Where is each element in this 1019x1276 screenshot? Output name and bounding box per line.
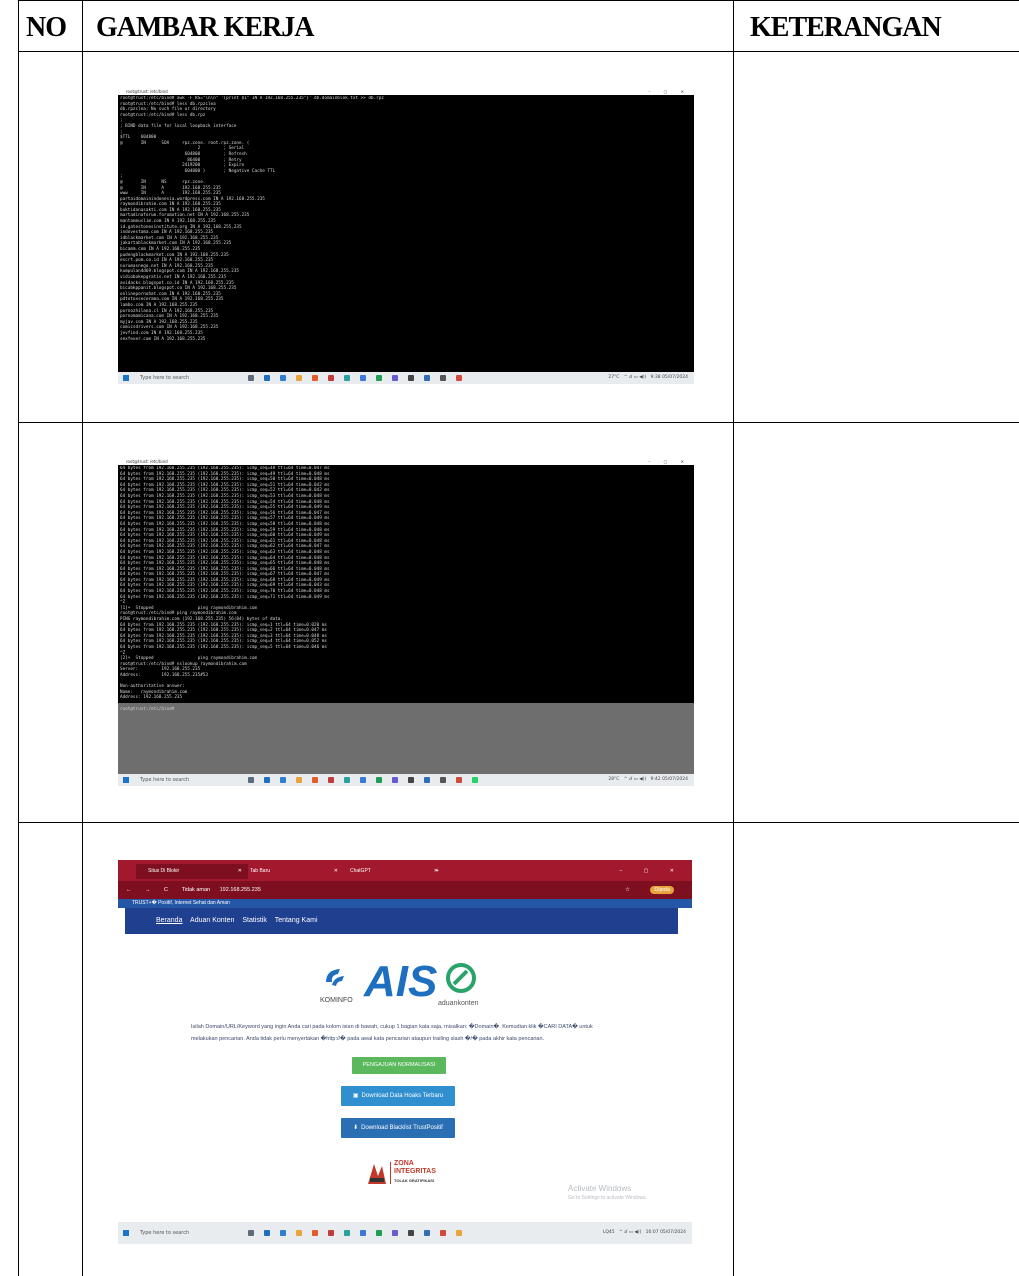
nav-statistik[interactable]: Statistik	[242, 917, 267, 924]
clock-date: 05/07/2024	[662, 777, 688, 782]
download-blacklist-button[interactable]: ⬇ Download Blacklist TrustPositif	[341, 1118, 455, 1138]
aduankonten-logo-icon	[446, 963, 476, 993]
nav-tentang-kami[interactable]: Tentang Kami	[275, 917, 318, 924]
tab-label: Tab Baru	[250, 868, 271, 874]
download-icon: ▣	[352, 1093, 359, 1099]
download-hoaks-button[interactable]: ▣ Download Data Hoaks Terbaru	[341, 1086, 455, 1106]
button-label: Download Data Hoaks Terbaru	[361, 1093, 444, 1099]
nav-beranda[interactable]: Beranda	[156, 917, 182, 924]
taskbar-search[interactable]: Type here to search	[140, 1229, 220, 1237]
url-text[interactable]: 192.168.255.235	[220, 887, 261, 893]
terminal-titlebar: root@trust: /etc/bind – ▢ ✕	[118, 458, 694, 465]
system-tray: 28°C ^ ⅆ ▭ ◀)) 9:42 05/07/2024	[608, 777, 688, 782]
zona-integritas-emblem-icon	[368, 1164, 386, 1184]
row-2-border	[18, 822, 1019, 823]
star-icon[interactable]: ☆	[625, 881, 630, 899]
taskbar: Type here to search 27°C ^ ⅆ ▭ ◀)) 9:38 …	[118, 372, 694, 384]
tolak-gratifikasi-text: TOLAK GRATIFIKASI	[394, 1178, 435, 1183]
profile-badge[interactable]: Dijeda	[650, 886, 674, 894]
header-no: NO	[26, 12, 67, 43]
ais-text: AIS	[364, 957, 438, 1006]
tab-label: ChatGPT	[350, 868, 371, 874]
site-nav: Beranda Aduan Konten Statistik Tentang K…	[125, 908, 678, 934]
terminal-title: root@trust: /etc/bind	[126, 89, 168, 94]
watermark-line-1: Activate Windows	[568, 1184, 632, 1193]
weather-text: 28°C	[608, 777, 620, 782]
weather-text: LQ45	[602, 1230, 615, 1235]
terminal-line: sexfever.com IN A 192.168.255.235	[120, 336, 206, 342]
aduankonten-text: aduankonten	[438, 1000, 479, 1007]
tab-chatgpt[interactable]: ChatGPT ✕	[338, 864, 440, 879]
clock-date: 05/07/2024	[662, 375, 688, 380]
taskbar-search[interactable]: Type here to search	[140, 776, 220, 784]
integritas-text: INTEGRITAS	[394, 1168, 436, 1175]
insecure-warning: Tidak aman	[181, 887, 211, 893]
logo-divider	[390, 1162, 391, 1184]
col-keterangan-divider	[733, 0, 734, 1276]
site-top-text: TRUST+� Positif, Internet Sehat dan Aman	[132, 900, 230, 906]
search-instructions: Isilah Domain/URL/Keyword yang ingin And…	[191, 1024, 593, 1042]
tab-tab-baru[interactable]: Tab Baru ✕	[238, 864, 340, 879]
browser-screenshot: Situs Di Blokir ✕ Tab Baru ✕ ChatGPT ✕ + – …	[118, 860, 692, 1244]
col-no-divider	[82, 0, 83, 1276]
zona-integritas-logo: ZONA INTEGRITAS TOLAK GRATIFIKASI	[366, 1160, 446, 1188]
tab-label: Situs Di Blokir	[148, 868, 180, 874]
terminal-screenshot-2: root@trust: /etc/bind – ▢ ✕ 64 bytes fro…	[118, 458, 694, 786]
taskbar-app-icons[interactable]	[248, 1230, 548, 1236]
new-tab-icon[interactable]: +	[436, 864, 439, 879]
clock-time: 16:07	[645, 1230, 659, 1235]
taskbar-app-icons[interactable]	[248, 777, 548, 783]
taskbar-search[interactable]: Type here to search	[140, 374, 220, 382]
system-tray: LQ45 ^ ⅆ ▭ ◀)) 16:07 05/07/2024	[602, 1230, 686, 1235]
windows-start-icon[interactable]	[123, 1230, 129, 1236]
address-bar[interactable]: ← → C Tidak aman 192.168.255.235 ☆ Dijed…	[118, 881, 692, 899]
pengajuan-normalisasi-button[interactable]: PENGAJUAN NORMALISASI	[352, 1057, 446, 1074]
weather-text: 27°C	[608, 375, 620, 380]
watermark-line-2: Go to Settings to activate Windows.	[568, 1195, 647, 1201]
windows-start-icon[interactable]	[123, 375, 129, 381]
row-1-border	[18, 422, 1019, 423]
download-icon: ⬇	[353, 1125, 359, 1131]
ais-logo: KOMINFO AIS aduankonten	[320, 960, 480, 1015]
activate-windows-watermark: Activate Windows Go to Settings to activ…	[568, 1184, 647, 1201]
kominfo-logo-icon	[326, 969, 344, 986]
window-controls[interactable]: – ▢ ✕	[620, 864, 684, 879]
window-controls[interactable]: – ▢ ✕	[648, 458, 690, 465]
site-top-bar: TRUST+� Positif, Internet Sehat dan Aman	[118, 899, 692, 908]
terminal-output: root@trust:/etc/bind# awk -F RS="\n\n" '…	[120, 96, 692, 371]
browser-tab-strip: Situs Di Blokir ✕ Tab Baru ✕ ChatGPT ✕ + – …	[118, 860, 692, 881]
nav-aduan-konten[interactable]: Aduan Konten	[190, 917, 234, 924]
table-left-border	[18, 0, 19, 1276]
zona-text: ZONA	[394, 1160, 414, 1167]
clock-time: 9:42	[650, 777, 661, 782]
system-tray: 27°C ^ ⅆ ▭ ◀)) 9:38 05/07/2024	[608, 375, 688, 380]
terminal-screenshot-1: root@trust: /etc/bind – ▢ ✕ root@trust:/…	[118, 88, 694, 384]
window-controls[interactable]: – ▢ ✕	[648, 88, 690, 95]
taskbar: Type here to search 28°C ^ ⅆ ▭ ◀)) 9:42 …	[118, 774, 694, 786]
header-keterangan: KETERANGAN	[750, 12, 942, 43]
taskbar: Type here to search LQ45 ^ ⅆ ▭ ◀)) 16:07…	[118, 1222, 692, 1244]
windows-start-icon[interactable]	[123, 777, 129, 783]
header-gambar-kerja: GAMBAR KERJA	[96, 12, 314, 43]
button-label: PENGAJUAN NORMALISASI	[362, 1062, 436, 1068]
terminal-titlebar: root@trust: /etc/bind – ▢ ✕	[118, 88, 694, 95]
taskbar-app-icons[interactable]	[248, 375, 548, 381]
kominfo-text: KOMINFO	[320, 997, 353, 1004]
nav-arrows-icon[interactable]: ← → C	[126, 887, 174, 893]
table-top-border	[18, 0, 1019, 1]
clock-time: 9:38	[650, 375, 661, 380]
clock-date: 05/07/2024	[660, 1230, 686, 1235]
terminal-title: root@trust: /etc/bind	[126, 459, 168, 464]
tab-situs-di-blokir[interactable]: Situs Di Blokir ✕	[136, 864, 248, 879]
header-row-border	[18, 51, 1019, 52]
button-label: Download Blacklist TrustPositif	[361, 1125, 443, 1131]
terminal-selection-highlight	[118, 703, 694, 774]
